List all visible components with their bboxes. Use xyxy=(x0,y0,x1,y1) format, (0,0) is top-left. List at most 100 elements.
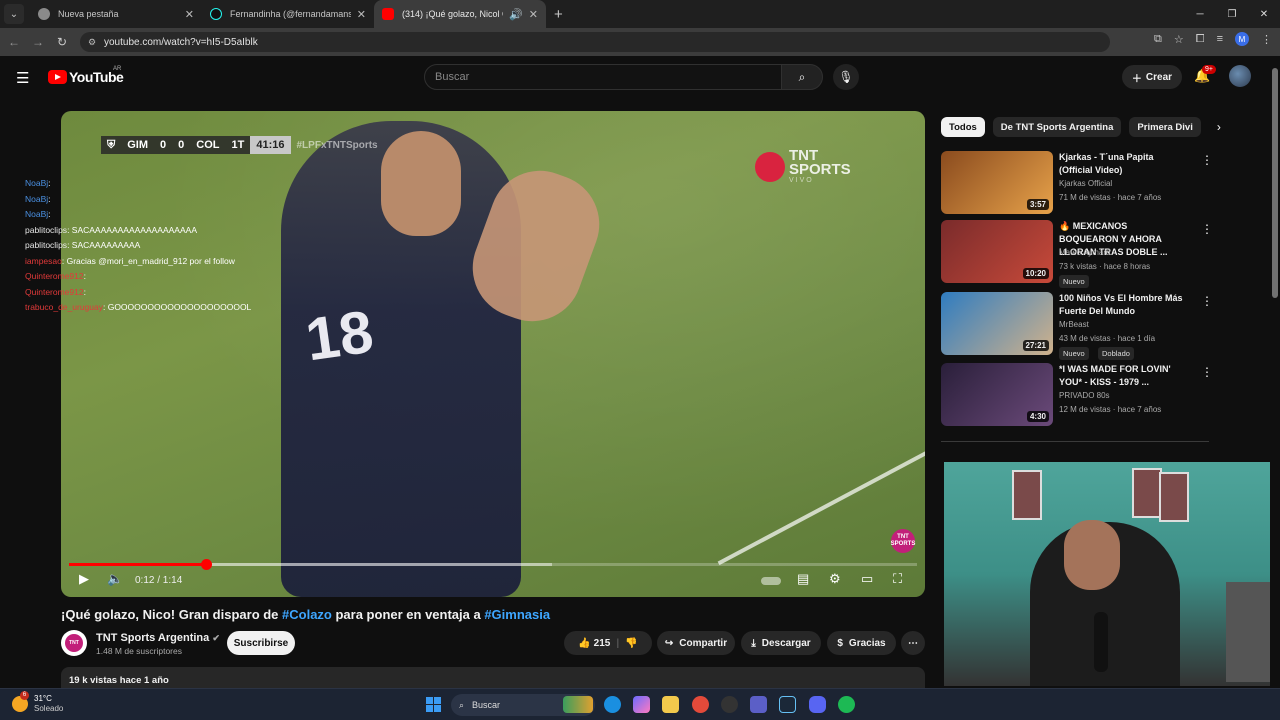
fullscreen-icon[interactable]: ⛶ xyxy=(893,571,902,587)
subtitles-icon[interactable]: ▤ xyxy=(797,571,809,587)
tab-title: Fernandinha (@fernandamansk xyxy=(230,9,351,19)
recommended-video[interactable]: 3:57 Kjarkas - T´una Papita (Official Vid… xyxy=(941,151,1213,215)
recommended-video[interactable]: 27:21 100 Niños Vs El Hombre Más Fuerte D… xyxy=(941,292,1213,360)
video-thumbnail[interactable]: 3:57 xyxy=(941,151,1053,214)
chevron-right-icon[interactable]: › xyxy=(1217,120,1221,134)
video-thumbnail[interactable]: 4:30 xyxy=(941,363,1053,426)
more-actions-button[interactable]: ⋯ xyxy=(901,631,925,655)
video-thumbnail[interactable]: 27:21 xyxy=(941,292,1053,355)
hashtag-link[interactable]: #Colazo xyxy=(282,607,332,622)
more-options-icon[interactable]: ⋮ xyxy=(1201,153,1213,167)
thumbs-down-icon[interactable]: 👎 xyxy=(625,638,637,649)
download-button[interactable]: ⤓ Descargar xyxy=(741,631,821,655)
discord-icon[interactable] xyxy=(809,696,826,713)
recommended-title[interactable]: Kjarkas - T´una Papita (Official Video) xyxy=(1059,151,1189,177)
autoplay-toggle[interactable] xyxy=(761,577,781,585)
recommended-channel[interactable]: Mateo Aymard xyxy=(1059,248,1110,257)
theater-mode-icon[interactable]: ▭ xyxy=(861,571,873,587)
more-options-icon[interactable]: ⋮ xyxy=(1201,365,1213,379)
forward-button[interactable]: → xyxy=(26,35,50,49)
url-bar[interactable]: ⚙ youtube.com/watch?v=hI5-D5aIblk xyxy=(80,32,1110,52)
extensions-icon[interactable]: ⧠ xyxy=(1196,33,1205,46)
new-tab-button[interactable]: + xyxy=(554,6,563,23)
speaker-icon[interactable]: 🔊 xyxy=(509,8,523,21)
create-button[interactable]: ＋ Crear xyxy=(1122,65,1182,89)
streamer-face xyxy=(1064,520,1120,590)
settings-gear-icon[interactable]: ⚙ xyxy=(829,571,841,587)
thanks-label: Gracias xyxy=(848,637,886,649)
search-highlight-icon[interactable] xyxy=(563,696,593,713)
recommended-channel[interactable]: PRIVADO 80s xyxy=(1059,391,1110,400)
minimize-button[interactable]: ─ xyxy=(1184,0,1216,28)
share-icon: ↪ xyxy=(664,637,674,649)
page-scrollbar[interactable] xyxy=(1270,56,1280,688)
teams-icon[interactable] xyxy=(750,696,767,713)
windows-taskbar: 6 31°C Soleado ⌕ Buscar xyxy=(0,688,1280,720)
site-info-icon[interactable]: ⚙ xyxy=(88,37,96,48)
voice-search-button[interactable]: 🎙 xyxy=(833,64,859,90)
progress-bar[interactable] xyxy=(69,559,917,570)
browser-tab-tiktok[interactable]: Fernandinha (@fernandamansk ✕ xyxy=(202,0,374,28)
recommended-channel[interactable]: MrBeast xyxy=(1059,320,1089,329)
browser-tab-youtube[interactable]: (314) ¡Qué golazo, Nicol Gr 🔊 ✕ xyxy=(374,0,546,28)
subscribe-button[interactable]: Suscribirse xyxy=(227,631,295,655)
youtube-logo[interactable]: YouTube AR xyxy=(48,66,124,85)
close-icon[interactable]: ✕ xyxy=(185,8,194,21)
recommended-title[interactable]: 100 Niños Vs El Hombre Más Fuerte Del Mu… xyxy=(1059,292,1189,318)
chrome-icon[interactable] xyxy=(692,696,709,713)
profile-avatar[interactable]: M xyxy=(1235,32,1249,46)
file-explorer-icon[interactable] xyxy=(662,696,679,713)
chip-primera[interactable]: Primera Divi xyxy=(1129,117,1201,137)
cast-icon[interactable]: ⧉ xyxy=(1154,33,1162,46)
bookmark-star-icon[interactable]: ☆ xyxy=(1174,33,1184,46)
scrollbar-thumb[interactable] xyxy=(1272,68,1278,298)
match-clock: 41:16 xyxy=(250,136,291,154)
volume-icon[interactable]: 🔈 xyxy=(107,571,123,587)
windows-start-icon[interactable] xyxy=(426,697,441,712)
recommended-title[interactable]: *I WAS MADE FOR LOVIN' YOU* - KISS - 197… xyxy=(1059,363,1189,389)
hamburger-menu-icon[interactable]: ☰ xyxy=(16,69,29,87)
close-icon[interactable]: ✕ xyxy=(529,8,538,21)
recommended-video[interactable]: 10:20 🔥 MEXICANOS BOQUEARON Y AHORA LLORA… xyxy=(941,220,1213,288)
steam-icon[interactable] xyxy=(779,696,796,713)
media-controls-icon[interactable]: ≡ xyxy=(1217,33,1223,45)
chip-all[interactable]: Todos xyxy=(941,117,985,137)
chip-channel[interactable]: De TNT Sports Argentina xyxy=(992,117,1122,137)
download-icon: ⤓ xyxy=(751,637,756,649)
recommended-video[interactable]: 4:30 *I WAS MADE FOR LOVIN' YOU* - KISS -… xyxy=(941,363,1213,427)
recommended-meta: 43 M de vistas · hace 1 día xyxy=(1059,334,1156,343)
close-icon[interactable]: ✕ xyxy=(357,8,366,21)
thanks-button[interactable]: $ Gracias xyxy=(827,631,896,655)
weather-widget[interactable]: 6 31°C Soleado xyxy=(12,690,63,713)
wall-poster xyxy=(1012,470,1042,520)
search-input[interactable]: Buscar xyxy=(424,64,782,90)
restore-button[interactable]: ❐ xyxy=(1216,0,1248,28)
channel-avatar[interactable]: TNT xyxy=(61,630,87,656)
match-period: 1T xyxy=(225,136,251,154)
browser-tab-newtab[interactable]: Nueva pestaña ✕ xyxy=(30,0,202,28)
video-thumbnail[interactable]: 10:20 xyxy=(941,220,1053,283)
more-options-icon[interactable]: ⋮ xyxy=(1201,222,1213,236)
tab-search-icon[interactable]: ⌄ xyxy=(4,4,24,24)
reload-button[interactable]: ↻ xyxy=(50,35,74,49)
hashtag-link[interactable]: #Gimnasia xyxy=(484,607,550,622)
menu-kebab-icon[interactable]: ⋮ xyxy=(1261,33,1272,46)
like-button[interactable]: 👍 215 xyxy=(578,638,610,649)
chat-message: NoaBj: xyxy=(25,207,251,223)
spotify-icon[interactable] xyxy=(838,696,855,713)
channel-name[interactable]: TNT Sports Argentina ✔ xyxy=(96,632,220,644)
copilot-icon[interactable] xyxy=(633,696,650,713)
search-button[interactable]: ⌕ xyxy=(781,64,823,90)
more-options-icon[interactable]: ⋮ xyxy=(1201,294,1213,308)
chat-username: Quinterome912 xyxy=(25,286,84,297)
share-button[interactable]: ↪ Compartir xyxy=(657,631,735,655)
edge-icon[interactable] xyxy=(604,696,621,713)
recommended-meta: 73 k vistas · hace 8 horas xyxy=(1059,262,1151,271)
account-avatar[interactable] xyxy=(1229,65,1251,87)
back-button[interactable]: ← xyxy=(2,35,26,49)
close-window-button[interactable]: ✕ xyxy=(1248,0,1280,28)
obs-icon[interactable] xyxy=(721,696,738,713)
recommended-channel[interactable]: Kjarkas Official xyxy=(1059,179,1112,188)
play-icon[interactable]: ▶ xyxy=(79,571,89,587)
browser-actions: ⧉ ☆ ⧠ ≡ M ⋮ xyxy=(1154,32,1272,46)
